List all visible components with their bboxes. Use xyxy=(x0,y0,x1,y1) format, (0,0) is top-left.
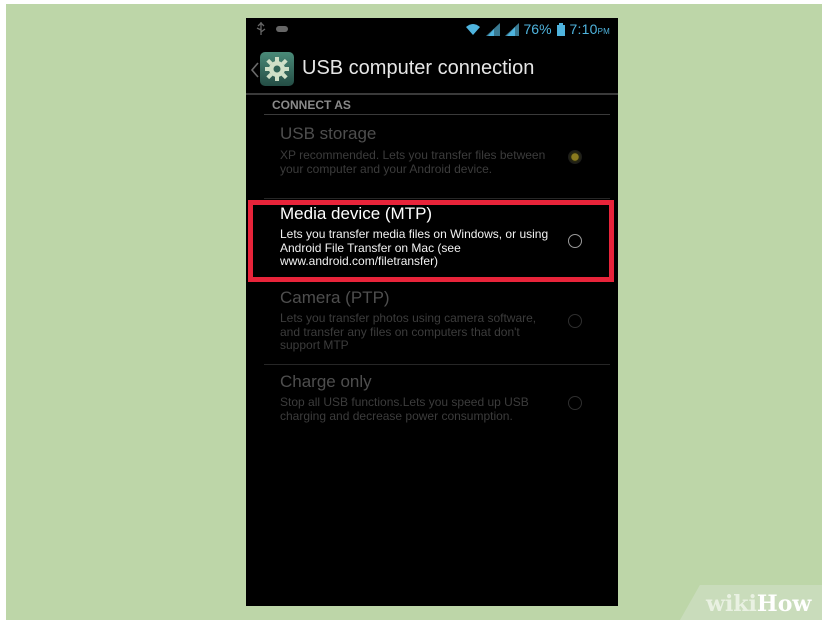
status-right-icons: 76% 7:10PM xyxy=(465,21,611,37)
action-bar: USB computer connection xyxy=(246,46,618,94)
battery-icon xyxy=(556,22,565,36)
gear-icon xyxy=(265,57,289,81)
row-divider xyxy=(264,364,610,365)
option-camera-ptp[interactable]: Camera (PTP) Lets you transfer photos us… xyxy=(246,286,618,364)
option-charge-only[interactable]: Charge only Stop all USB functions.Lets … xyxy=(246,370,618,448)
battery-percent: 76% xyxy=(523,21,552,37)
option-description: Stop all USB functions.Lets you speed up… xyxy=(280,395,529,423)
option-title: Charge only xyxy=(280,372,372,391)
highlight-box xyxy=(248,200,614,282)
wifi-icon xyxy=(465,23,480,35)
section-header: CONNECT AS xyxy=(272,98,351,112)
option-description: Lets you transfer photos using camera so… xyxy=(280,311,537,352)
section-divider xyxy=(264,114,610,115)
option-usb-storage[interactable]: USB storage XP recommended. Lets you tra… xyxy=(246,122,618,198)
status-left-icons xyxy=(256,22,288,35)
header-divider xyxy=(246,93,618,95)
clock-suffix: PM xyxy=(597,27,610,36)
wikihow-watermark: wikiHow xyxy=(706,591,811,617)
page-title: USB computer connection xyxy=(302,57,535,79)
clock: 7:10PM xyxy=(570,21,610,37)
settings-app-icon[interactable] xyxy=(260,52,294,86)
back-chevron-icon[interactable] xyxy=(250,62,260,78)
watermark-how: How xyxy=(756,591,812,617)
status-bar: 76% 7:10PM xyxy=(246,18,618,40)
option-description: XP recommended. Lets you transfer files … xyxy=(280,148,546,176)
radio-selected[interactable] xyxy=(568,150,582,164)
option-title: USB storage xyxy=(280,124,377,143)
watermark-wiki: wiki xyxy=(706,591,757,617)
usb-icon xyxy=(256,22,266,35)
signal-icon xyxy=(485,22,500,36)
signal-icon-2 xyxy=(504,22,519,36)
option-title: Camera (PTP) xyxy=(280,288,390,307)
phone-screen: 76% 7:10PM USB computer connection CONNE… xyxy=(246,18,618,606)
clock-time: 7:10 xyxy=(569,21,598,37)
row-divider xyxy=(264,198,610,199)
radio-unselected[interactable] xyxy=(568,396,582,410)
radio-unselected[interactable] xyxy=(568,314,582,328)
voicemail-icon xyxy=(276,25,288,32)
